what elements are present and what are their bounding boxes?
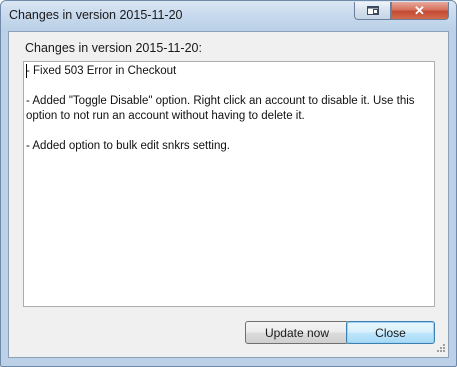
title-bar[interactable]: Changes in version 2015-11-20 ✕ [1,1,456,31]
close-button[interactable]: Close [346,321,435,344]
text-caret [26,64,27,78]
window-title: Changes in version 2015-11-20 [9,8,183,22]
update-now-button[interactable]: Update now [245,321,349,344]
changes-textarea[interactable]: - Fixed 503 Error in Checkout - Added "T… [23,61,435,307]
dialog-body: Changes in version 2015-11-20: - Fixed 5… [8,31,449,358]
changes-heading: Changes in version 2015-11-20: [25,41,202,55]
window-close-button[interactable]: ✕ [391,2,449,20]
changes-text: - Fixed 503 Error in Checkout - Added "T… [26,65,415,152]
close-icon: ✕ [414,3,425,18]
resize-grip-icon[interactable] [434,343,446,355]
restore-icon [367,6,379,15]
restore-button[interactable] [354,2,391,20]
dialog-window: Changes in version 2015-11-20 ✕ Changes … [0,0,457,367]
